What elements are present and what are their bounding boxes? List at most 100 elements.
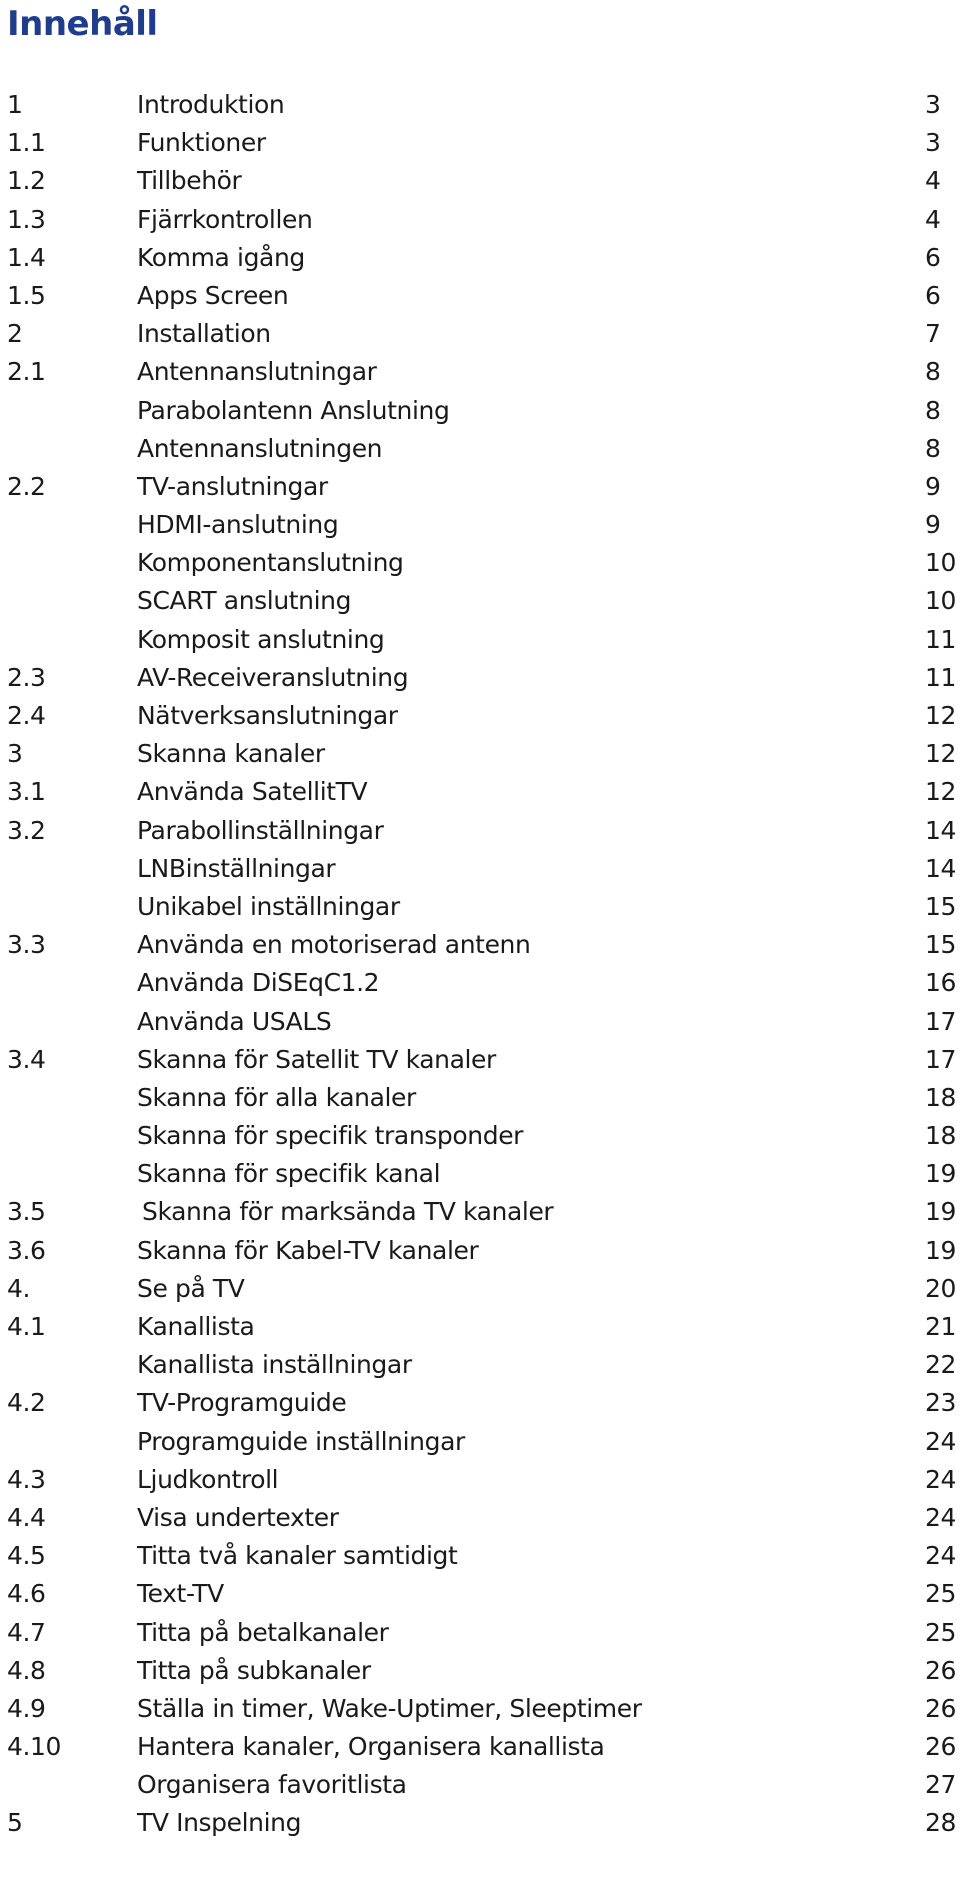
toc-entry[interactable]: 4.5 Titta två kanaler samtidigt 24 <box>0 1537 960 1575</box>
section-title[interactable]: Kanallista inställningar <box>137 1346 412 1384</box>
toc-entry[interactable]: Skanna för specifik kanal 19 <box>0 1155 960 1193</box>
section-title[interactable]: Skanna för Satellit TV kanaler <box>137 1041 496 1079</box>
toc-entry[interactable]: Unikabel inställningar 15 <box>0 888 960 926</box>
section-title[interactable]: Parabollinställningar <box>137 812 384 850</box>
section-title[interactable]: Antennanslutningar <box>137 353 377 391</box>
section-title[interactable]: Se på TV <box>137 1270 245 1308</box>
toc-entry[interactable]: 5 TV Inspelning 28 <box>0 1804 960 1842</box>
section-title[interactable]: Apps Screen <box>137 277 289 315</box>
toc-entry[interactable]: HDMI-anslutning 9 <box>0 506 960 544</box>
section-title[interactable]: LNBinställningar <box>137 850 336 888</box>
section-title[interactable]: Unikabel inställningar <box>137 888 400 926</box>
toc-entry[interactable]: 1 Introduktion 3 <box>0 86 960 124</box>
section-title[interactable]: AV-Receiveranslutning <box>137 659 409 697</box>
toc-entry[interactable]: LNBinställningar 14 <box>0 850 960 888</box>
toc-entry[interactable]: 3.5 Skanna för marksända TV kanaler 19 <box>0 1193 960 1231</box>
page-number: 14 <box>925 815 957 845</box>
toc-entry[interactable]: 4. Se på TV 20 <box>0 1270 960 1308</box>
section-title[interactable]: Fjärrkontrollen <box>137 201 313 239</box>
toc-entry[interactable]: 4.1 Kanallista 21 <box>0 1308 960 1346</box>
toc-entry[interactable]: 2.1 Antennanslutningar 8 <box>0 353 960 391</box>
toc-entry[interactable]: 4.8 Titta på subkanaler 26 <box>0 1652 960 1690</box>
section-number: 4.8 <box>7 1655 46 1685</box>
section-title[interactable]: Ljudkontroll <box>137 1461 279 1499</box>
toc-entry[interactable]: 3.2 Parabollinställningar 14 <box>0 812 960 850</box>
section-title[interactable]: Ställa in timer, Wake-Uptimer, Sleeptime… <box>137 1690 642 1728</box>
toc-entry[interactable]: 2.2 TV-anslutningar 9 <box>0 468 960 506</box>
section-title[interactable]: Skanna för alla kanaler <box>137 1079 416 1117</box>
section-title[interactable]: Visa undertexter <box>137 1499 339 1537</box>
toc-entry[interactable]: 4.7 Titta på betalkanaler 25 <box>0 1614 960 1652</box>
page-number: 7 <box>925 319 941 349</box>
toc-entry[interactable]: 4.9 Ställa in timer, Wake-Uptimer, Sleept… <box>0 1690 960 1728</box>
section-title[interactable]: Organisera favoritlista <box>137 1766 407 1804</box>
section-number: 2.2 <box>7 471 46 501</box>
section-title[interactable]: Introduktion <box>137 86 285 124</box>
section-number: 3.3 <box>7 930 46 960</box>
section-title[interactable]: Installation <box>137 315 271 353</box>
toc-entry[interactable]: 3.6 Skanna för Kabel-TV kanaler 19 <box>0 1232 960 1270</box>
toc-entry[interactable]: Komposit anslutning 11 <box>0 621 960 659</box>
section-title[interactable]: SCART anslutning <box>137 582 351 620</box>
section-title[interactable]: Programguide inställningar <box>137 1423 465 1461</box>
toc-entry[interactable]: 2.4 Nätverksanslutningar 12 <box>0 697 960 735</box>
toc-entry[interactable]: 1.3 Fjärrkontrollen 4 <box>0 201 960 239</box>
section-title[interactable]: HDMI-anslutning <box>137 506 339 544</box>
toc-entry[interactable]: 1.2 Tillbehör 4 <box>0 162 960 200</box>
toc-entry[interactable]: 3.4 Skanna för Satellit TV kanaler 17 <box>0 1041 960 1079</box>
toc-entry[interactable]: 4.6 Text-TV 25 <box>0 1575 960 1613</box>
section-title[interactable]: Text-TV <box>137 1575 224 1613</box>
toc-entry[interactable]: 4.10 Hantera kanaler, Organisera kanallis… <box>0 1728 960 1766</box>
toc-entry[interactable]: 3 Skanna kanaler 12 <box>0 735 960 773</box>
toc-entry[interactable]: Kanallista inställningar 22 <box>0 1346 960 1384</box>
section-title[interactable]: TV-anslutningar <box>137 468 328 506</box>
section-title[interactable]: Komma igång <box>137 239 305 277</box>
toc-entry[interactable]: 4.4 Visa undertexter 24 <box>0 1499 960 1537</box>
section-title[interactable]: Antennanslutningen <box>137 430 383 468</box>
toc-entry[interactable]: Skanna för alla kanaler 18 <box>0 1079 960 1117</box>
toc-entry[interactable]: 4.2 TV-Programguide 23 <box>0 1384 960 1422</box>
section-title[interactable]: Skanna kanaler <box>137 735 325 773</box>
section-title[interactable]: Titta på subkanaler <box>137 1652 371 1690</box>
toc-entry[interactable]: 1.5 Apps Screen 6 <box>0 277 960 315</box>
toc-entry[interactable]: 2 Installation 7 <box>0 315 960 353</box>
section-title[interactable]: Skanna för marksända TV kanaler <box>142 1193 554 1231</box>
section-title[interactable]: Funktioner <box>137 124 266 162</box>
toc-title: Innehåll <box>7 4 158 44</box>
toc-entry[interactable]: 3.3 Använda en motoriserad antenn 15 <box>0 926 960 964</box>
section-title[interactable]: Titta på betalkanaler <box>137 1614 389 1652</box>
section-title[interactable]: Använda en motoriserad antenn <box>137 926 531 964</box>
section-title[interactable]: Komposit anslutning <box>137 621 385 659</box>
toc-entry[interactable]: Använda DiSEqC1.2 16 <box>0 964 960 1002</box>
section-title[interactable]: Kanallista <box>137 1308 255 1346</box>
section-title[interactable]: Parabolantenn Anslutning <box>137 392 450 430</box>
toc-entry[interactable]: 4.3 Ljudkontroll 24 <box>0 1461 960 1499</box>
toc-entry[interactable]: 3.1 Använda SatellitTV 12 <box>0 773 960 811</box>
section-title[interactable]: Titta två kanaler samtidigt <box>137 1537 458 1575</box>
toc-entry[interactable]: Skanna för specifik transponder 18 <box>0 1117 960 1155</box>
section-title[interactable]: TV Inspelning <box>137 1804 301 1842</box>
section-title[interactable]: Använda USALS <box>137 1003 332 1041</box>
section-title[interactable]: Hantera kanaler, Organisera kanallista <box>137 1728 605 1766</box>
section-title[interactable]: Skanna för specifik transponder <box>137 1117 523 1155</box>
section-title[interactable]: TV-Programguide <box>137 1384 347 1422</box>
toc-entry[interactable]: 2.3 AV-Receiveranslutning 11 <box>0 659 960 697</box>
toc-entry[interactable]: SCART anslutning 10 <box>0 582 960 620</box>
section-title[interactable]: Använda DiSEqC1.2 <box>137 964 380 1002</box>
section-title[interactable]: Tillbehör <box>137 162 242 200</box>
toc-entry[interactable]: Komponentanslutning 10 <box>0 544 960 582</box>
toc-entry[interactable]: Parabolantenn Anslutning 8 <box>0 392 960 430</box>
section-title[interactable]: Nätverksanslutningar <box>137 697 398 735</box>
section-title[interactable]: Komponentanslutning <box>137 544 404 582</box>
page-number: 18 <box>925 1082 957 1112</box>
section-title[interactable]: Använda SatellitTV <box>137 773 368 811</box>
table-of-contents: 1 Introduktion 3 1.1 Funktioner 3 1.2 Tillbehör… <box>0 86 960 1843</box>
section-title[interactable]: Skanna för specifik kanal <box>137 1155 441 1193</box>
toc-entry[interactable]: Använda USALS 17 <box>0 1003 960 1041</box>
section-title[interactable]: Skanna för Kabel-TV kanaler <box>137 1232 479 1270</box>
toc-entry[interactable]: Antennanslutningen 8 <box>0 430 960 468</box>
toc-entry[interactable]: 1.1 Funktioner 3 <box>0 124 960 162</box>
toc-entry[interactable]: Programguide inställningar 24 <box>0 1423 960 1461</box>
toc-entry[interactable]: Organisera favoritlista 27 <box>0 1766 960 1804</box>
toc-entry[interactable]: 1.4 Komma igång 6 <box>0 239 960 277</box>
